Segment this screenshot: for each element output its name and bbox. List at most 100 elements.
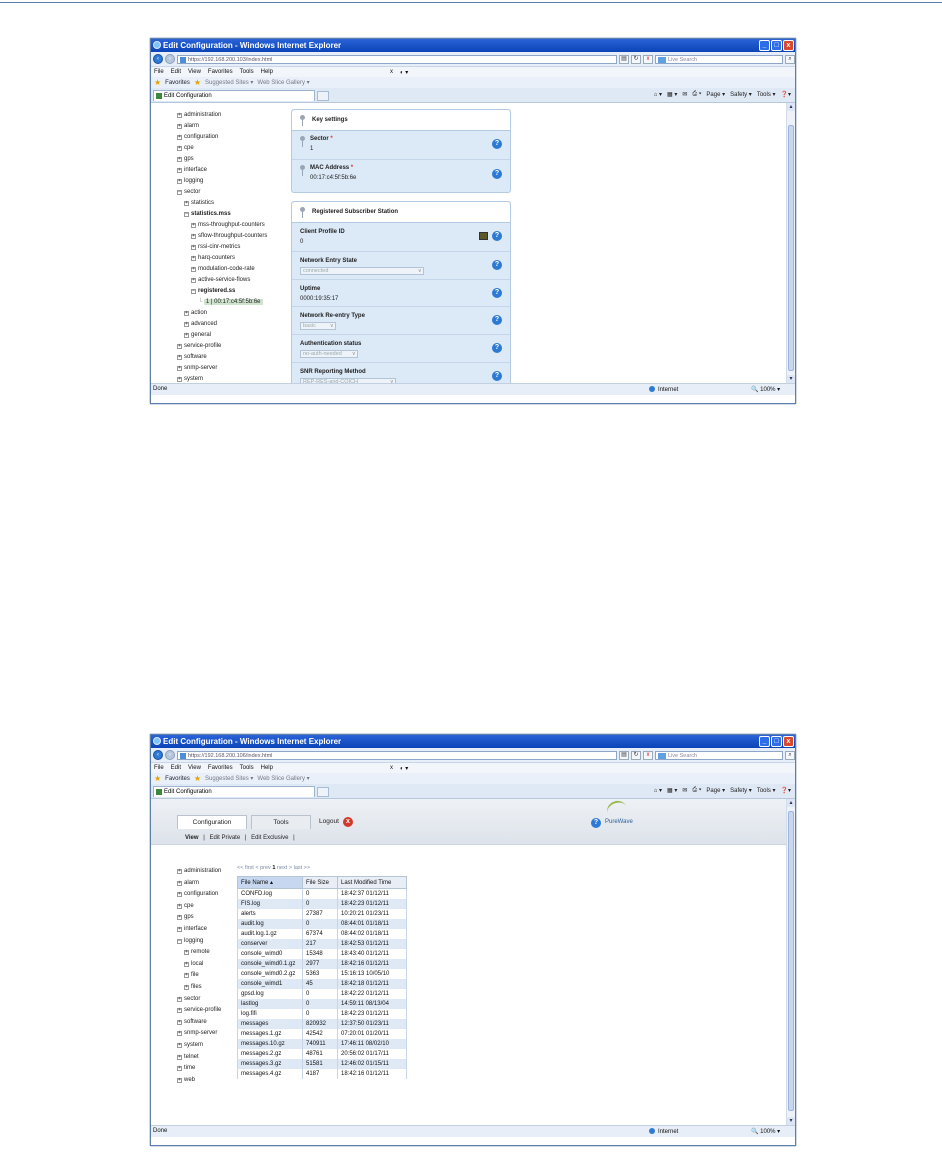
expand-icon[interactable]: + (177, 168, 182, 173)
tree-node-label[interactable]: gps (184, 914, 194, 920)
col-file-size[interactable]: File Size (302, 876, 338, 889)
tools-menu[interactable]: Tools ▾ (757, 91, 776, 98)
minimize-button[interactable]: _ (759, 736, 770, 747)
tree-node-label[interactable]: configuration (184, 891, 218, 897)
scroll-down-arrow[interactable]: ▾ (787, 375, 795, 383)
feeds-icon[interactable]: ▦ ▾ (667, 787, 677, 794)
tree-node-label[interactable]: harq-counters (198, 255, 235, 261)
tree-node[interactable]: + sector (177, 995, 200, 1003)
tree-node[interactable]: + mss-throughput-counters (191, 221, 265, 229)
favorites-button[interactable]: Favorites (165, 80, 190, 86)
tools-menu[interactable]: Tools ▾ (757, 787, 776, 794)
forward-button[interactable]: › (165, 54, 175, 64)
tree-node-label[interactable]: logging (184, 178, 203, 184)
tree-node[interactable]: + telnet (177, 1053, 199, 1061)
tree-node[interactable]: – registered.ss (191, 287, 235, 295)
menu-edit[interactable]: Edit (171, 69, 181, 75)
tree-node[interactable]: + system (177, 375, 203, 383)
collapse-icon[interactable]: – (191, 289, 196, 294)
tree-node-label[interactable]: remote (191, 949, 210, 955)
stop-button[interactable]: x (643, 54, 653, 64)
close-button[interactable]: x (783, 736, 794, 747)
edit-private-link[interactable]: Edit Private (209, 835, 240, 841)
pager-prev[interactable]: < prev (255, 865, 270, 871)
tree-node-label[interactable]: 1 | 00:17:c4:5f:5b:6e (203, 299, 263, 305)
expand-icon[interactable]: + (184, 201, 189, 206)
page-menu[interactable]: Page ▾ (706, 91, 725, 98)
vertical-scrollbar[interactable]: ▴ ▾ (786, 799, 795, 1125)
search-input[interactable]: Live Search (655, 54, 783, 64)
tree-node[interactable]: + web (177, 1076, 195, 1084)
tree-node-label[interactable]: sflow-throughput-counters (198, 233, 267, 239)
table-row[interactable]: console_wimd0.1.gz 2977 18:42:16 01/12/11 (237, 959, 407, 969)
menu-help[interactable]: Help (261, 69, 273, 75)
field-select[interactable]: connected (300, 267, 424, 275)
url-input[interactable]: https://192.168.200.106/index.html (177, 750, 617, 760)
tree-node-label[interactable]: service-profile (184, 1007, 221, 1013)
expand-icon[interactable]: + (184, 973, 189, 979)
menu-favorites[interactable]: Favorites (208, 69, 233, 75)
web-slice-gallery-link[interactable]: Web Slice Gallery ▾ (257, 79, 309, 86)
tree-node[interactable]: – statistics.mss (184, 210, 231, 218)
collapse-icon[interactable]: – (184, 212, 189, 217)
expand-icon[interactable]: + (177, 927, 182, 932)
tree-node-label[interactable]: alarm (184, 880, 199, 886)
tree-node[interactable]: + gps (177, 155, 194, 163)
home-icon[interactable]: ⌂ ▾ (654, 787, 662, 794)
close-button[interactable]: x (783, 40, 794, 51)
home-icon[interactable]: ⌂ ▾ (654, 91, 662, 98)
expand-icon[interactable]: + (177, 377, 182, 382)
help-icon[interactable]: ? (492, 371, 502, 381)
tree-node[interactable]: + logging (177, 177, 203, 185)
back-button[interactable]: ‹ (153, 54, 163, 64)
suggested-sites-link[interactable]: Suggested Sites ▾ (205, 775, 253, 782)
menu-favorites[interactable]: Favorites (208, 765, 233, 771)
tree-node-label[interactable]: action (191, 310, 207, 316)
tree-node[interactable]: + system (177, 1041, 203, 1049)
web-slice-gallery-link[interactable]: Web Slice Gallery ▾ (257, 775, 309, 782)
table-row[interactable]: messages 820932 12:37:50 01/23/11 (237, 1019, 407, 1029)
expand-icon[interactable]: + (177, 1066, 182, 1072)
tree-node-label[interactable]: interface (184, 167, 207, 173)
col-file-name[interactable]: File Name ▴ (237, 876, 303, 889)
table-row[interactable]: audit.log.1.gz 67374 08:44:02 01/18/11 (237, 929, 407, 939)
expand-icon[interactable]: + (177, 124, 182, 129)
scroll-up-arrow[interactable]: ▴ (787, 799, 795, 807)
page-menu[interactable]: Page ▾ (706, 787, 725, 794)
expand-icon[interactable]: + (191, 223, 196, 228)
compat-view-button[interactable]: ▤ (619, 54, 629, 64)
back-button[interactable]: ‹ (153, 750, 163, 760)
tree-node[interactable]: + gps (177, 913, 194, 921)
tree-node-label[interactable]: snmp-server (184, 1030, 217, 1036)
tree-node[interactable]: + remote (184, 948, 210, 956)
view-link[interactable]: View (185, 835, 199, 841)
refresh-button[interactable]: ↻ (631, 54, 641, 64)
tree-node-label[interactable]: mss-throughput-counters (198, 222, 265, 228)
browser-tab[interactable]: Edit Configuration (153, 90, 315, 101)
edit-exclusive-link[interactable]: Edit Exclusive (251, 835, 288, 841)
tree-node[interactable]: + alarm (177, 879, 199, 887)
tree-node-label[interactable]: sector (184, 189, 200, 195)
table-row[interactable]: messages.3.gz 51581 12:46:02 01/15/11 (237, 1059, 407, 1069)
zoom-level[interactable]: 🔍 100% ▾ (751, 1128, 780, 1135)
menu-file[interactable]: File (154, 69, 164, 75)
tree-node-label[interactable]: web (184, 1077, 195, 1083)
tree-node-label[interactable]: general (191, 332, 211, 338)
tree-node-label[interactable]: statistics (191, 200, 214, 206)
table-row[interactable]: conserver 217 18:42:53 01/12/11 (237, 939, 407, 949)
tree-node-label[interactable]: active-service-flows (198, 277, 250, 283)
table-row[interactable]: log.fifi 0 18:42:23 01/12/11 (237, 1009, 407, 1019)
expand-icon[interactable]: + (177, 880, 182, 886)
tree-node-label[interactable]: advanced (191, 321, 217, 327)
scroll-thumb[interactable] (788, 811, 794, 1111)
help-icon[interactable]: ? (492, 231, 502, 241)
favorites-button[interactable]: Favorites (165, 776, 190, 782)
tree-node-label[interactable]: statistics.mss (191, 211, 231, 217)
tree-node[interactable]: + interface (177, 925, 207, 933)
tree-node[interactable]: + interface (177, 166, 207, 174)
expand-icon[interactable]: + (177, 355, 182, 360)
expand-icon[interactable]: + (177, 157, 182, 162)
search-icon[interactable]: ⌕ (785, 54, 795, 64)
chart-icon[interactable] (479, 232, 488, 240)
close-x-icon[interactable]: x (390, 69, 393, 75)
